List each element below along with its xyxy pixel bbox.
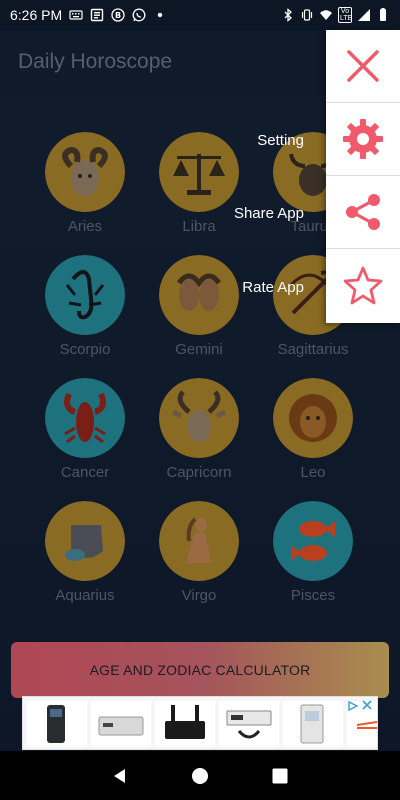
news-icon: [90, 8, 104, 22]
ad-product-remote[interactable]: [27, 701, 87, 747]
pisces-icon: [273, 501, 353, 581]
status-time: 6:26 PM: [10, 7, 63, 23]
adchoices-icon[interactable]: [347, 700, 359, 712]
volte-icon: Vo LTE: [338, 7, 353, 23]
star-icon: [343, 266, 383, 304]
sign-label: Capricorn: [166, 464, 232, 481]
wifi-icon: [320, 10, 332, 20]
menu-label-share-app[interactable]: Share App: [234, 205, 304, 222]
app-title: Daily Horoscope: [18, 50, 173, 73]
sign-label: Aries: [67, 218, 103, 235]
ad-close-icon[interactable]: [361, 699, 373, 711]
zodiac-scorpio[interactable]: Scorpio: [30, 255, 140, 358]
zodiac-aries[interactable]: Aries: [30, 132, 140, 235]
battery-icon: [380, 8, 386, 21]
scorpio-icon: [45, 255, 125, 335]
capricorn-icon: [159, 378, 239, 458]
signal-icon: [358, 9, 370, 21]
aquarius-icon: [45, 501, 125, 581]
menu-setting-button[interactable]: [326, 103, 400, 176]
menu-label-rate-app[interactable]: Rate App: [242, 279, 304, 296]
menu-share-button[interactable]: [326, 176, 400, 249]
leo-icon: [273, 378, 353, 458]
share-icon: [346, 194, 380, 230]
aries-icon: [45, 132, 125, 212]
bluetooth-icon: [284, 8, 292, 22]
menu-close-button[interactable]: [326, 30, 400, 103]
system-nav-bar: [0, 751, 400, 800]
floating-menu-panel: [326, 30, 400, 323]
cancer-icon: [45, 378, 125, 458]
sign-label: Sagittarius: [277, 341, 349, 358]
age-zodiac-calculator-button[interactable]: AGE AND ZODIAC CALCULATOR: [11, 642, 389, 698]
zodiac-pisces[interactable]: Pisces: [258, 501, 368, 604]
keyboard-icon: [69, 10, 83, 20]
vibrate-icon: [301, 9, 313, 21]
sign-label: Virgo: [181, 587, 217, 604]
sign-label: Gemini: [175, 341, 223, 358]
zodiac-leo[interactable]: Leo: [258, 378, 368, 481]
sign-label: Cancer: [60, 464, 110, 481]
libra-icon: [159, 132, 239, 212]
svg-text:B: B: [115, 11, 121, 20]
ad-product-receiver[interactable]: [219, 701, 279, 747]
sign-label: Scorpio: [59, 341, 111, 358]
ad-product-device[interactable]: [283, 701, 343, 747]
ad-banner[interactable]: [22, 696, 378, 750]
back-icon[interactable]: [111, 767, 129, 785]
zodiac-capricorn[interactable]: Capricorn: [144, 378, 254, 481]
b-circle-icon: B: [111, 8, 125, 22]
gear-icon: [343, 119, 383, 159]
zodiac-gemini[interactable]: Gemini: [144, 255, 254, 358]
zodiac-virgo[interactable]: Virgo: [144, 501, 254, 604]
home-icon[interactable]: [191, 767, 209, 785]
zodiac-cancer[interactable]: Cancer: [30, 378, 140, 481]
menu-rate-button[interactable]: [326, 249, 400, 322]
virgo-icon: [159, 501, 239, 581]
sign-label: Pisces: [290, 587, 336, 604]
zodiac-aquarius[interactable]: Aquarius: [30, 501, 140, 604]
close-icon: [347, 50, 379, 82]
ad-products: [23, 697, 377, 749]
whatsapp-icon: [132, 8, 146, 22]
sign-label: Aquarius: [55, 587, 115, 604]
menu-label-setting[interactable]: Setting: [257, 132, 304, 149]
gemini-icon: [159, 255, 239, 335]
ad-product-box[interactable]: [91, 701, 151, 747]
sign-label: Leo: [300, 464, 326, 481]
status-bar: 6:26 PM B Vo LTE: [0, 0, 400, 30]
recents-icon[interactable]: [271, 767, 289, 785]
ad-product-router[interactable]: [155, 701, 215, 747]
dot-icon: [157, 12, 163, 18]
